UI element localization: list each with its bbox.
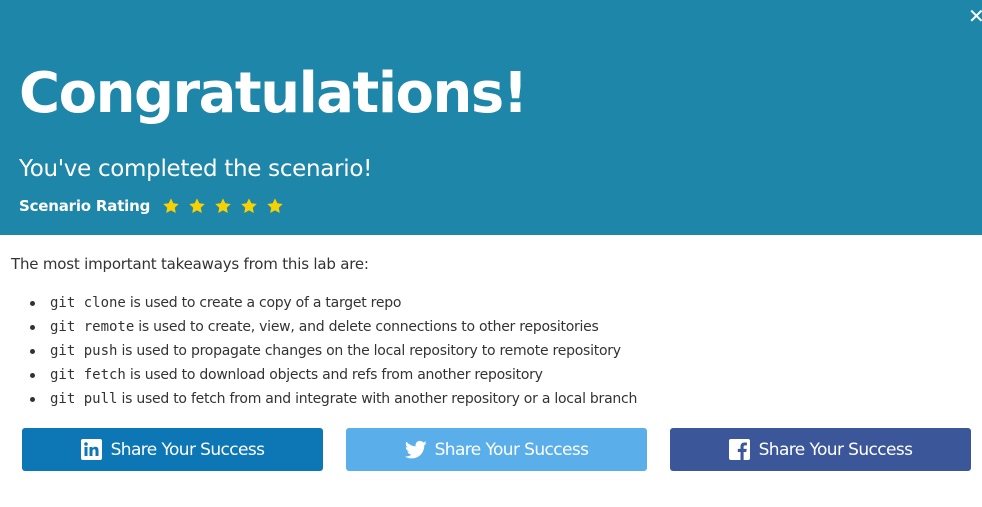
bullet-icon bbox=[30, 301, 35, 306]
rating-label: Scenario Rating bbox=[19, 197, 151, 215]
share-twitter-label: Share Your Success bbox=[434, 439, 589, 460]
close-button[interactable]: ✕ bbox=[968, 6, 982, 26]
completion-header: ✕ Congratulations! You've completed the … bbox=[0, 0, 982, 235]
command-code: git remote bbox=[50, 319, 135, 335]
share-facebook-label: Share Your Success bbox=[758, 439, 913, 460]
rating-stars bbox=[162, 197, 292, 215]
star-icon[interactable] bbox=[214, 197, 232, 215]
takeaways-list: git clone is used to create a copy of a t… bbox=[30, 291, 637, 411]
linkedin-icon bbox=[81, 439, 103, 461]
command-code: git push bbox=[50, 343, 118, 359]
scenario-rating: Scenario Rating bbox=[19, 195, 292, 217]
share-linkedin-label: Share Your Success bbox=[110, 439, 265, 460]
bullet-icon bbox=[30, 397, 35, 402]
twitter-icon bbox=[404, 439, 427, 461]
page-subtitle: You've completed the scenario! bbox=[19, 156, 373, 182]
takeaway-text: is used to fetch from and integrate with… bbox=[121, 391, 638, 407]
share-twitter-button[interactable]: Share Your Success bbox=[346, 428, 647, 471]
command-code: git fetch bbox=[50, 367, 126, 383]
bullet-icon bbox=[30, 349, 35, 354]
star-icon[interactable] bbox=[266, 197, 284, 215]
page-title: Congratulations! bbox=[19, 61, 528, 126]
facebook-icon bbox=[729, 439, 751, 461]
takeaway-text: is used to propagate changes on the loca… bbox=[121, 343, 621, 359]
star-icon[interactable] bbox=[162, 197, 180, 215]
list-item: git push is used to propagate changes on … bbox=[30, 339, 637, 363]
list-item: git pull is used to fetch from and integr… bbox=[30, 387, 637, 411]
list-item: git fetch is used to download objects and… bbox=[30, 363, 637, 387]
list-item: git remote is used to create, view, and d… bbox=[30, 315, 637, 339]
share-linkedin-button[interactable]: Share Your Success bbox=[22, 428, 323, 471]
takeaway-text: is used to create, view, and delete conn… bbox=[138, 319, 599, 335]
star-icon[interactable] bbox=[240, 197, 258, 215]
command-code: git clone bbox=[50, 295, 126, 311]
share-facebook-button[interactable]: Share Your Success bbox=[670, 428, 971, 471]
bullet-icon bbox=[30, 325, 35, 330]
takeaways-intro: The most important takeaways from this l… bbox=[11, 255, 369, 273]
list-item: git clone is used to create a copy of a t… bbox=[30, 291, 637, 315]
close-icon[interactable]: ✕ bbox=[968, 6, 982, 26]
bullet-icon bbox=[30, 373, 35, 378]
takeaway-text: is used to create a copy of a target rep… bbox=[129, 295, 402, 311]
star-icon[interactable] bbox=[188, 197, 206, 215]
command-code: git pull bbox=[50, 391, 118, 407]
takeaway-text: is used to download objects and refs fro… bbox=[129, 367, 543, 383]
